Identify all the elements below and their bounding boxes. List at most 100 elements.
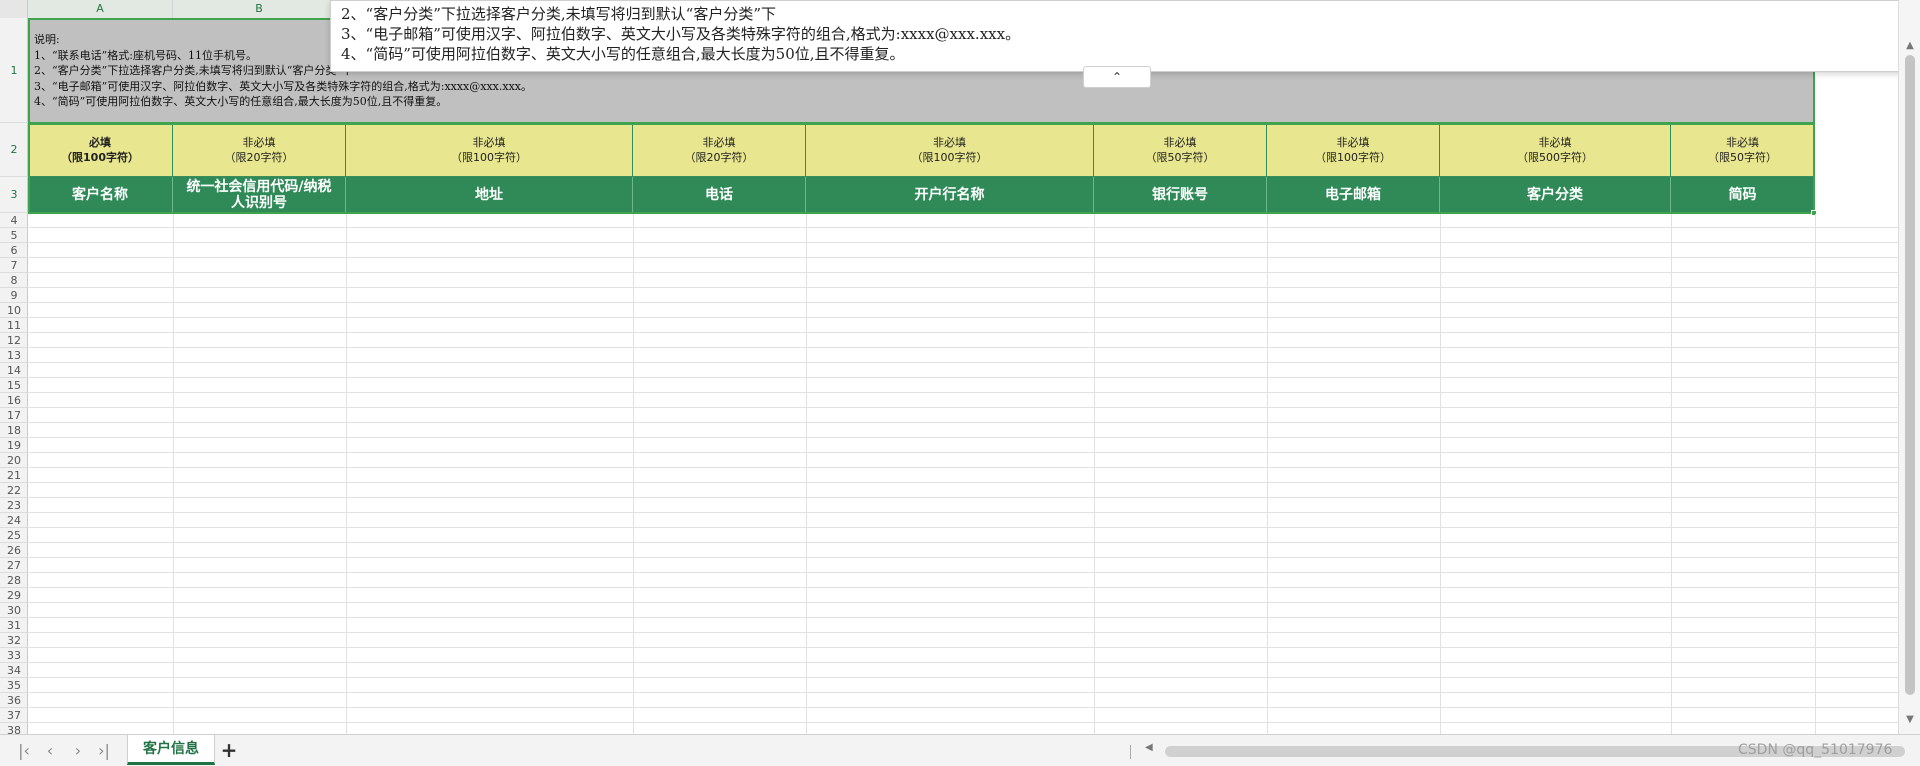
row-header[interactable]: 7	[0, 258, 28, 273]
scroll-up-icon[interactable]: ▲	[1904, 40, 1916, 51]
requirement-cell[interactable]: 非必填 （限20字符）	[633, 123, 806, 177]
row-header[interactable]: 34	[0, 663, 28, 678]
row-header[interactable]: 18	[0, 423, 28, 438]
requirement-cell[interactable]: 非必填 （限100字符）	[346, 123, 633, 177]
header-cell-bank-name[interactable]: 开户行名称	[806, 177, 1094, 213]
row-header[interactable]: 31	[0, 618, 28, 633]
header-cell-short-code[interactable]: 简码	[1671, 177, 1815, 213]
length-limit-label: （限20字符）	[224, 150, 294, 164]
grid-line	[28, 572, 1898, 573]
row-header[interactable]: 6	[0, 243, 28, 258]
row-header[interactable]: 3	[0, 177, 28, 213]
row-header[interactable]: 21	[0, 468, 28, 483]
requirement-cell[interactable]: 必填 （限100字符）	[28, 123, 173, 177]
row-header[interactable]: 19	[0, 438, 28, 453]
header-cell-customer-name[interactable]: 客户名称	[28, 177, 173, 213]
row-header[interactable]: 36	[0, 693, 28, 708]
row-header[interactable]: 20	[0, 453, 28, 468]
row-header[interactable]: 23	[0, 498, 28, 513]
collapse-button[interactable]: ⌃	[1083, 66, 1151, 88]
prev-sheet-icon[interactable]: ‹	[40, 741, 60, 761]
requirement-cell[interactable]: 非必填 （限50字符）	[1671, 123, 1815, 177]
requirement-label: 必填	[89, 135, 111, 149]
grid-line	[28, 227, 1898, 228]
cell-grid[interactable]: 说明: 1、“联系电话”格式:座机号码、11位手机号。 2、“客户分类”下拉选择…	[28, 18, 1898, 734]
row-header[interactable]: 12	[0, 333, 28, 348]
column-header-b[interactable]: B	[173, 0, 346, 18]
row-header[interactable]: 9	[0, 288, 28, 303]
length-limit-label: （限100字符）	[1315, 150, 1391, 164]
grid-line	[1671, 214, 1672, 734]
fill-handle[interactable]	[1811, 210, 1817, 216]
scroll-left-icon[interactable]: ◀	[1145, 742, 1153, 753]
requirement-cell[interactable]: 非必填 （限500字符）	[1440, 123, 1671, 177]
row-header[interactable]: 28	[0, 573, 28, 588]
requirement-cell[interactable]: 非必填 （限100字符）	[806, 123, 1094, 177]
first-sheet-icon[interactable]: |‹	[14, 741, 34, 761]
header-cell-phone[interactable]: 电话	[633, 177, 806, 213]
row-header[interactable]: 15	[0, 378, 28, 393]
header-cell-bank-account[interactable]: 银行账号	[1094, 177, 1267, 213]
grid-line	[28, 542, 1898, 543]
row-header[interactable]: 2	[0, 123, 28, 177]
grid-line	[28, 722, 1898, 723]
row-header[interactable]: 4	[0, 213, 28, 228]
scroll-down-icon[interactable]: ▼	[1904, 714, 1916, 725]
column-header-a[interactable]: A	[28, 0, 173, 18]
header-cell-customer-category[interactable]: 客户分类	[1440, 177, 1671, 213]
grid-line	[28, 527, 1898, 528]
row-header[interactable]: 5	[0, 228, 28, 243]
watermark-text: CSDN @qq_51017976	[1738, 742, 1893, 758]
requirement-label: 非必填	[702, 135, 736, 149]
add-sheet-button[interactable]: +	[218, 739, 240, 761]
vertical-scroll-thumb[interactable]	[1905, 55, 1915, 695]
row-header[interactable]: 29	[0, 588, 28, 603]
select-all-corner[interactable]	[0, 0, 28, 18]
row-header[interactable]: 25	[0, 528, 28, 543]
row-header[interactable]: 16	[0, 393, 28, 408]
row-header[interactable]: 26	[0, 543, 28, 558]
row-header[interactable]: 10	[0, 303, 28, 318]
grid-line	[28, 257, 1898, 258]
row-header[interactable]: 32	[0, 633, 28, 648]
row-header[interactable]: 27	[0, 558, 28, 573]
last-sheet-icon[interactable]: ›|	[94, 741, 114, 761]
grid-line	[28, 647, 1898, 648]
row-header[interactable]: 14	[0, 363, 28, 378]
sheet-tab-customer-info[interactable]: 客户信息	[127, 735, 215, 765]
row-header[interactable]: 35	[0, 678, 28, 693]
row-header[interactable]: 24	[0, 513, 28, 528]
row-header[interactable]: 11	[0, 318, 28, 333]
row-header[interactable]: 37	[0, 708, 28, 723]
grid-line	[806, 214, 807, 734]
grid-line	[28, 347, 1898, 348]
header-cell-credit-code[interactable]: 统一社会信用代码/纳税人识别号	[173, 177, 346, 213]
requirement-label: 非必填	[472, 135, 506, 149]
length-limit-label: （限100字符）	[61, 150, 139, 164]
row-header[interactable]: 30	[0, 603, 28, 618]
grid-line	[28, 587, 1898, 588]
requirement-cell[interactable]: 非必填 （限50字符）	[1094, 123, 1267, 177]
row-header[interactable]: 17	[0, 408, 28, 423]
row-header[interactable]: 38	[0, 723, 28, 735]
grid-line	[28, 362, 1898, 363]
spreadsheet-area[interactable]: A B 1 2 3 4 5 6 7 8 9 10 11 12 13 14 15 16 17 18 19 20 21 22 2…	[0, 0, 1898, 734]
grid-line	[28, 662, 1898, 663]
row-header-bar: 1 2 3 4 5 6 7 8 9 10 11 12 13 14 15 16 17 18 19 20 21 22 23 24 2…	[0, 18, 28, 734]
grid-line	[28, 437, 1898, 438]
row-header[interactable]: 13	[0, 348, 28, 363]
requirement-cell[interactable]: 非必填 （限20字符）	[173, 123, 346, 177]
vertical-scrollbar[interactable]: ▲ ▼	[1898, 0, 1920, 734]
next-sheet-icon[interactable]: ›	[68, 741, 88, 761]
length-limit-label: （限100字符）	[911, 150, 988, 164]
grid-line	[346, 214, 347, 734]
header-cell-address[interactable]: 地址	[346, 177, 633, 213]
instructions-popup: 2、“客户分类”下拉选择客户分类,未填写将归到默认“客户分类”下 3、“电子邮箱…	[330, 0, 1898, 72]
grid-line	[28, 482, 1898, 483]
header-cell-email[interactable]: 电子邮箱	[1267, 177, 1440, 213]
row-header[interactable]: 22	[0, 483, 28, 498]
requirement-cell[interactable]: 非必填 （限100字符）	[1267, 123, 1440, 177]
row-header[interactable]: 33	[0, 648, 28, 663]
row-header[interactable]: 8	[0, 273, 28, 288]
row-header[interactable]: 1	[0, 18, 28, 123]
